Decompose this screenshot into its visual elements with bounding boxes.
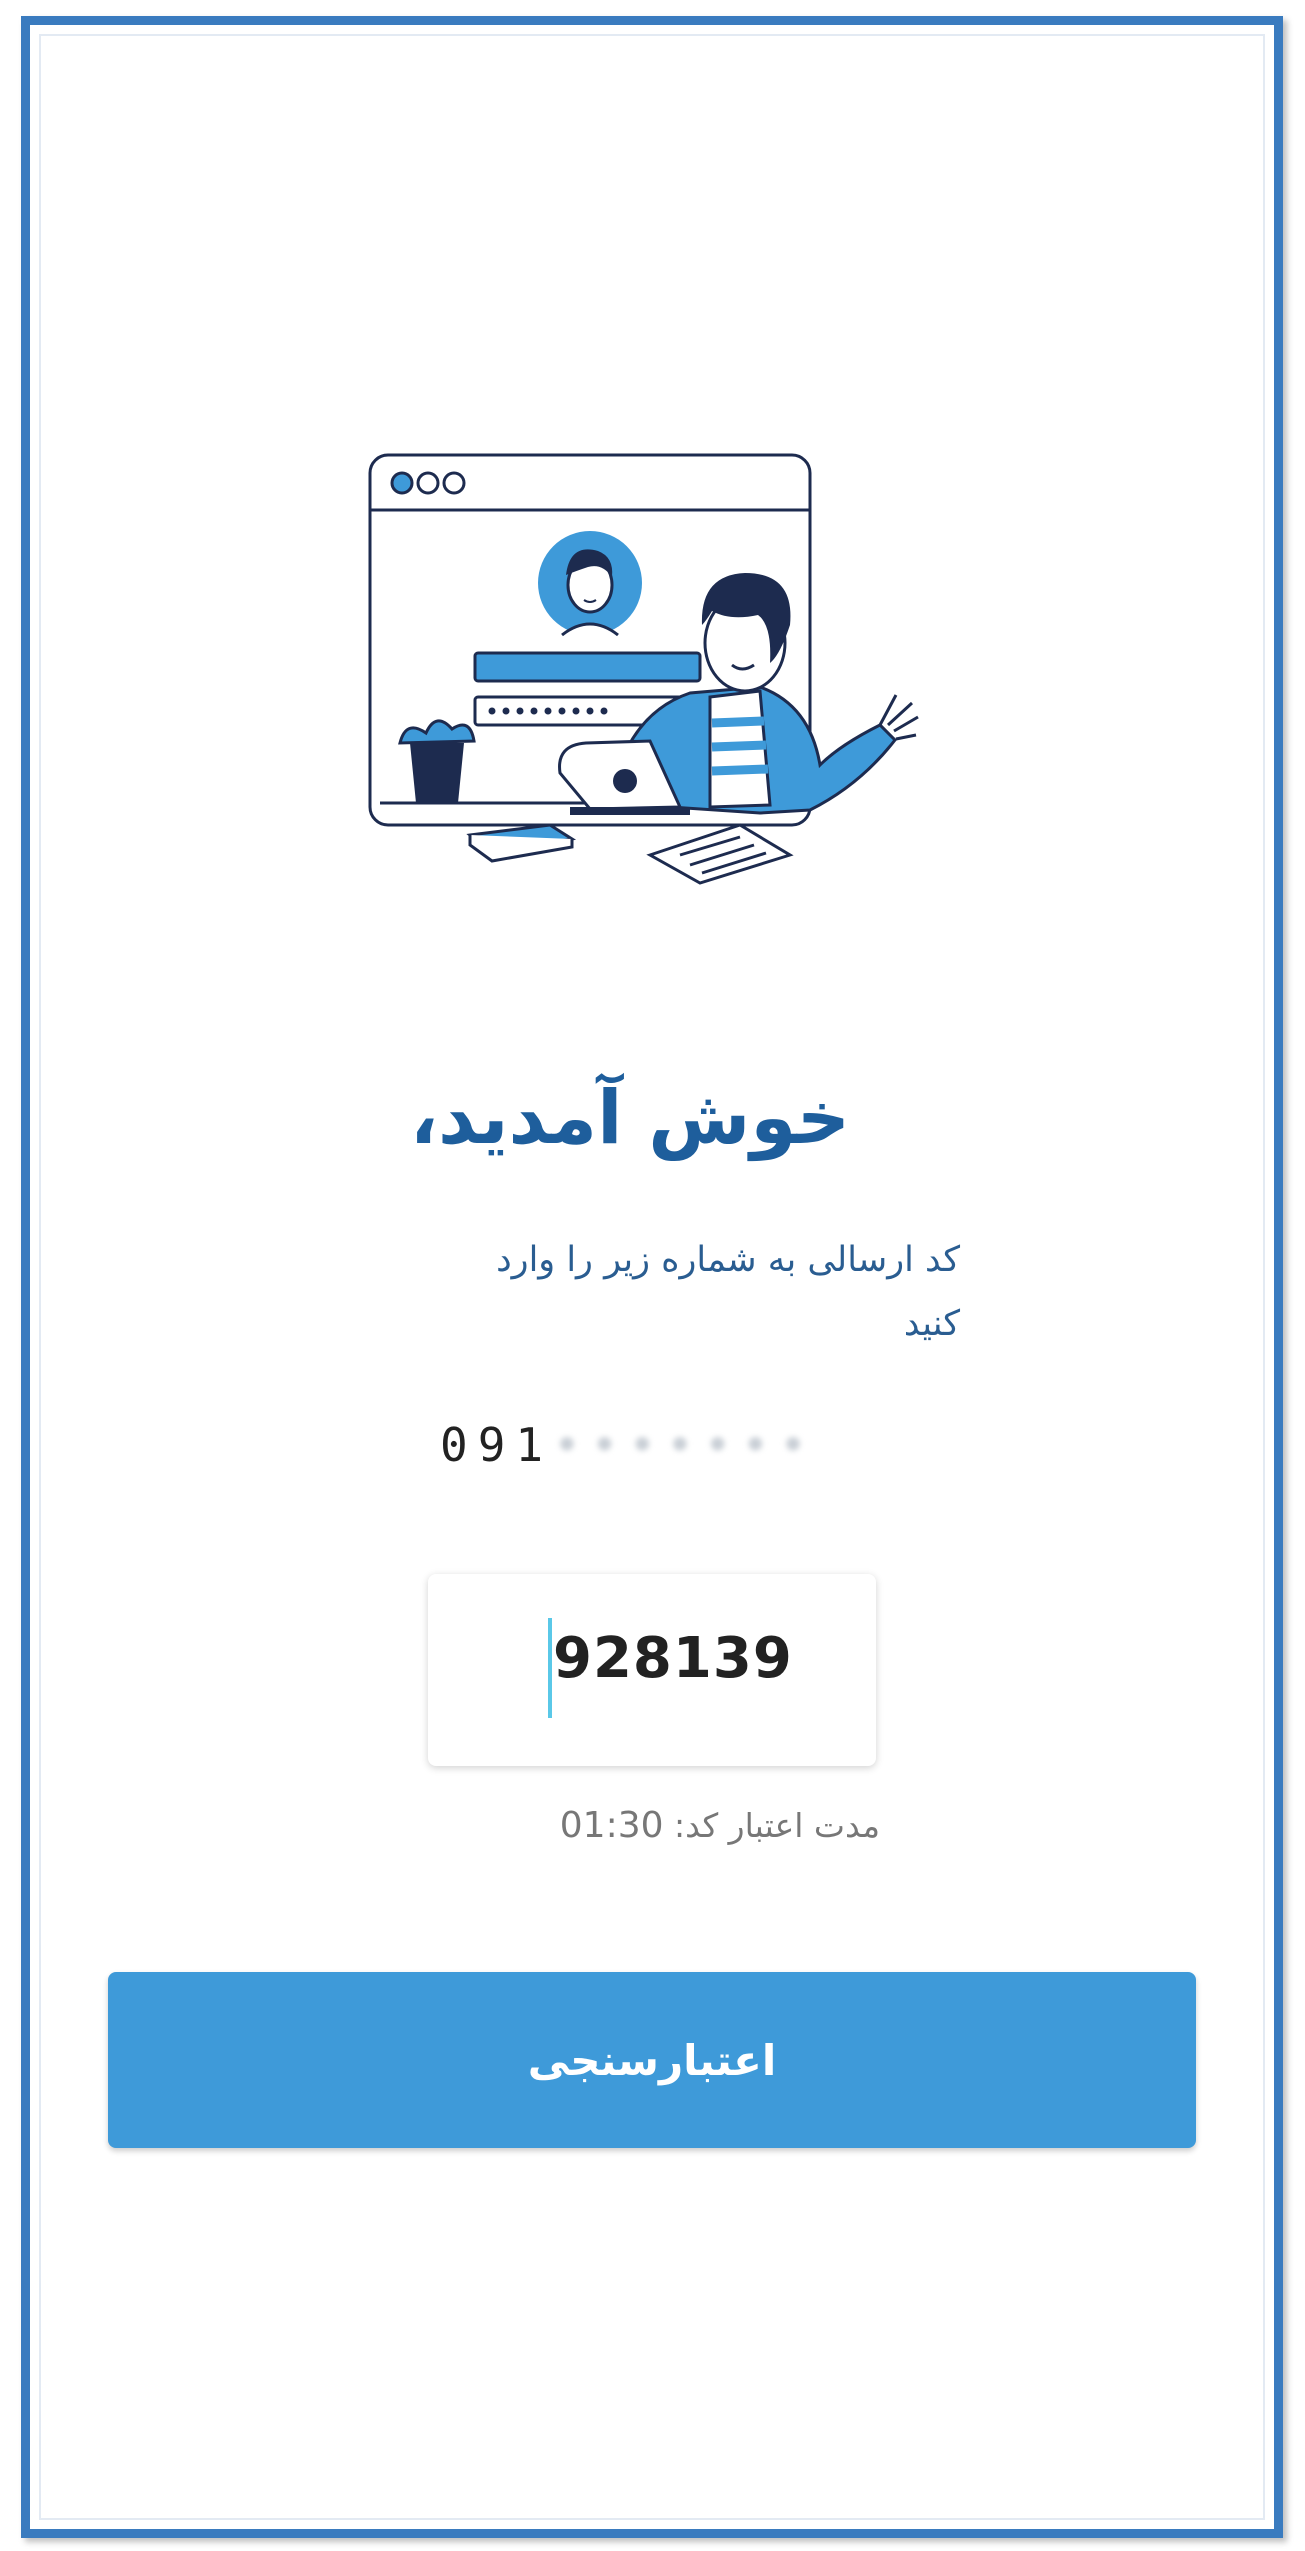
code-validity-timer: مدت اعتبار کد: 01:30 [540,1805,880,1855]
username-field-graphic [473,651,702,683]
phone-number-masked: ••••••• [553,1418,817,1472]
verification-code-value: 928139 [553,1626,793,1691]
login-illustration [368,453,919,885]
timer-label: مدت اعتبار کد: [674,1806,880,1845]
verification-code-input[interactable]: 928139 [428,1574,876,1766]
timer-value: 01:30 [559,1805,664,1846]
verify-button[interactable]: اعتبارسنجی [108,1972,1196,2148]
phone-number-prefix: 091 [440,1418,554,1472]
book-icon [466,823,577,863]
phone-number: 091••••••• [440,1410,900,1480]
papers-icon [646,823,794,885]
avatar-icon [538,531,642,637]
text-cursor [548,1618,552,1718]
instruction-text: کد ارسالی به شماره زیر را وارد کنید [496,1240,960,1344]
welcome-title: خوش آمدید، [409,1075,851,1161]
